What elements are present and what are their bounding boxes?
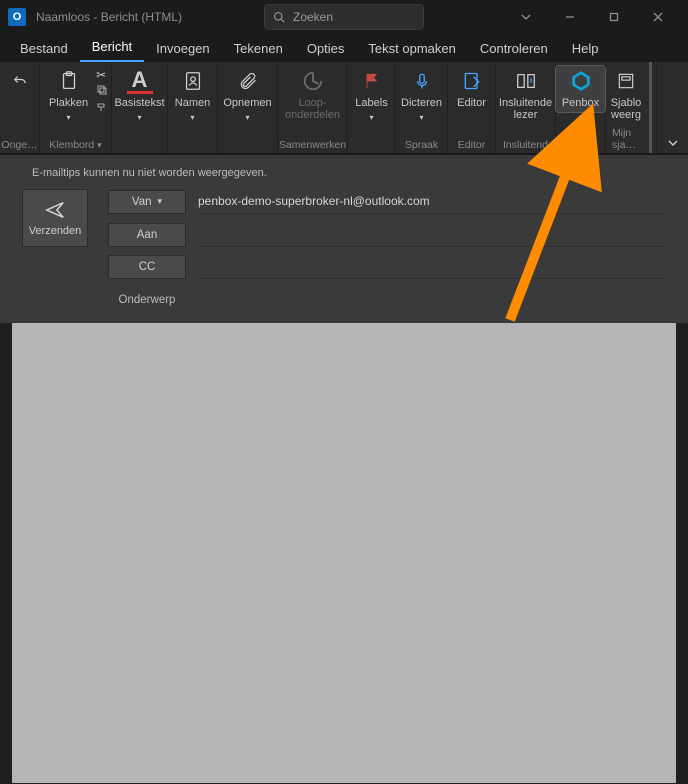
basic-text-button[interactable]: A Basistekst ▾	[108, 66, 170, 124]
tab-bericht[interactable]: Bericht	[80, 33, 144, 62]
paste-button[interactable]: Plakken ▾	[43, 66, 94, 124]
subject-field[interactable]	[196, 289, 666, 311]
penbox-icon	[568, 68, 594, 94]
font-icon: A	[127, 68, 153, 94]
penbox-group-label: ibox	[571, 139, 590, 151]
attach-button[interactable]: Opnemen ▾	[217, 66, 277, 124]
outlook-app-icon: O	[8, 8, 26, 26]
undo-group-label: Onge…	[1, 139, 37, 151]
tags-button[interactable]: Labels ▾	[349, 66, 393, 124]
chevron-down-icon: ▾	[245, 114, 249, 122]
chevron-down-icon: ▾	[419, 114, 423, 122]
loop-components-button[interactable]: Loop-onderdelen	[279, 66, 346, 123]
editor-group-label: Editor	[458, 139, 485, 151]
loop-icon	[300, 68, 326, 94]
tab-invoegen[interactable]: Invoegen	[144, 35, 222, 62]
cc-field[interactable]	[198, 255, 666, 279]
chevron-down-icon: ▾	[190, 114, 194, 122]
penbox-button[interactable]: Penbox	[556, 66, 605, 112]
search-box[interactable]: Zoeken	[264, 4, 424, 30]
send-icon	[44, 199, 66, 221]
message-header: E-mailtips kunnen nu niet worden weergeg…	[0, 154, 688, 323]
undo-icon	[7, 68, 33, 94]
minimize-button[interactable]	[548, 0, 592, 34]
title-bar: O Naamloos - Bericht (HTML) Zoeken	[0, 0, 688, 34]
speech-group-label: Spraak	[405, 139, 438, 151]
search-placeholder: Zoeken	[293, 10, 333, 24]
templates-button[interactable]: Sjablo weerg	[605, 66, 648, 123]
flag-icon	[359, 68, 385, 94]
ribbon-scroll-edge	[649, 62, 652, 153]
chevron-down-icon: ▾	[370, 114, 374, 122]
close-button[interactable]	[636, 0, 680, 34]
subject-label: Onderwerp	[108, 294, 186, 306]
ribbon-collapse-button[interactable]	[504, 0, 548, 34]
copy-icon[interactable]	[96, 84, 108, 99]
ribbon-overflow-button[interactable]	[656, 62, 688, 153]
tab-opties[interactable]: Opties	[295, 35, 357, 62]
templates-group-label: Mijn sja…	[612, 127, 640, 151]
template-icon	[613, 68, 639, 94]
from-button[interactable]: Van ▾	[108, 190, 186, 214]
menu-bar: Bestand Bericht Invoegen Tekenen Opties …	[0, 34, 688, 62]
clipboard-icon	[56, 68, 82, 94]
microphone-icon	[409, 68, 435, 94]
window-title: Naamloos - Bericht (HTML)	[36, 10, 182, 24]
to-field[interactable]	[198, 223, 666, 247]
send-label: Verzenden	[29, 225, 82, 237]
tab-controleren[interactable]: Controleren	[468, 35, 560, 62]
paperclip-icon	[235, 68, 261, 94]
chevron-down-icon: ▾	[67, 114, 71, 122]
search-icon	[273, 11, 285, 23]
dictate-button[interactable]: Dicteren ▾	[395, 66, 448, 124]
tab-tekstopmaken[interactable]: Tekst opmaken	[356, 35, 467, 62]
book-speaker-icon	[513, 68, 539, 94]
tab-help[interactable]: Help	[560, 35, 611, 62]
chevron-down-icon: ▾	[138, 114, 142, 122]
to-button[interactable]: Aan	[108, 223, 186, 247]
editor-icon	[459, 68, 485, 94]
immersive-reader-button[interactable]: Insluitende lezer	[493, 66, 558, 123]
undo-button[interactable]	[1, 66, 39, 96]
send-button[interactable]: Verzenden	[22, 189, 88, 247]
message-body[interactable]	[12, 323, 676, 783]
tab-tekenen[interactable]: Tekenen	[222, 35, 295, 62]
mailtip-text: E-mailtips kunnen nu niet worden weergeg…	[22, 163, 666, 189]
cut-icon[interactable]: ✂	[96, 68, 108, 82]
cc-button[interactable]: CC	[108, 255, 186, 279]
editor-button[interactable]: Editor	[451, 66, 492, 112]
clipboard-group-label: Klembord ▾	[49, 139, 101, 151]
tab-bestand[interactable]: Bestand	[8, 35, 80, 62]
format-painter-icon[interactable]	[96, 101, 108, 116]
immersive-group-label: Insluitend	[503, 139, 548, 151]
ribbon: Onge… Plakken ▾ ✂ Klembord ▾	[0, 62, 688, 154]
chevron-down-icon: ▾	[158, 196, 163, 207]
address-book-icon	[180, 68, 206, 94]
maximize-button[interactable]	[592, 0, 636, 34]
names-button[interactable]: Namen ▾	[169, 66, 216, 124]
collaborate-group-label: Samenwerken	[279, 139, 346, 151]
from-value: penbox-demo-superbroker-nl@outlook.com	[198, 190, 666, 214]
